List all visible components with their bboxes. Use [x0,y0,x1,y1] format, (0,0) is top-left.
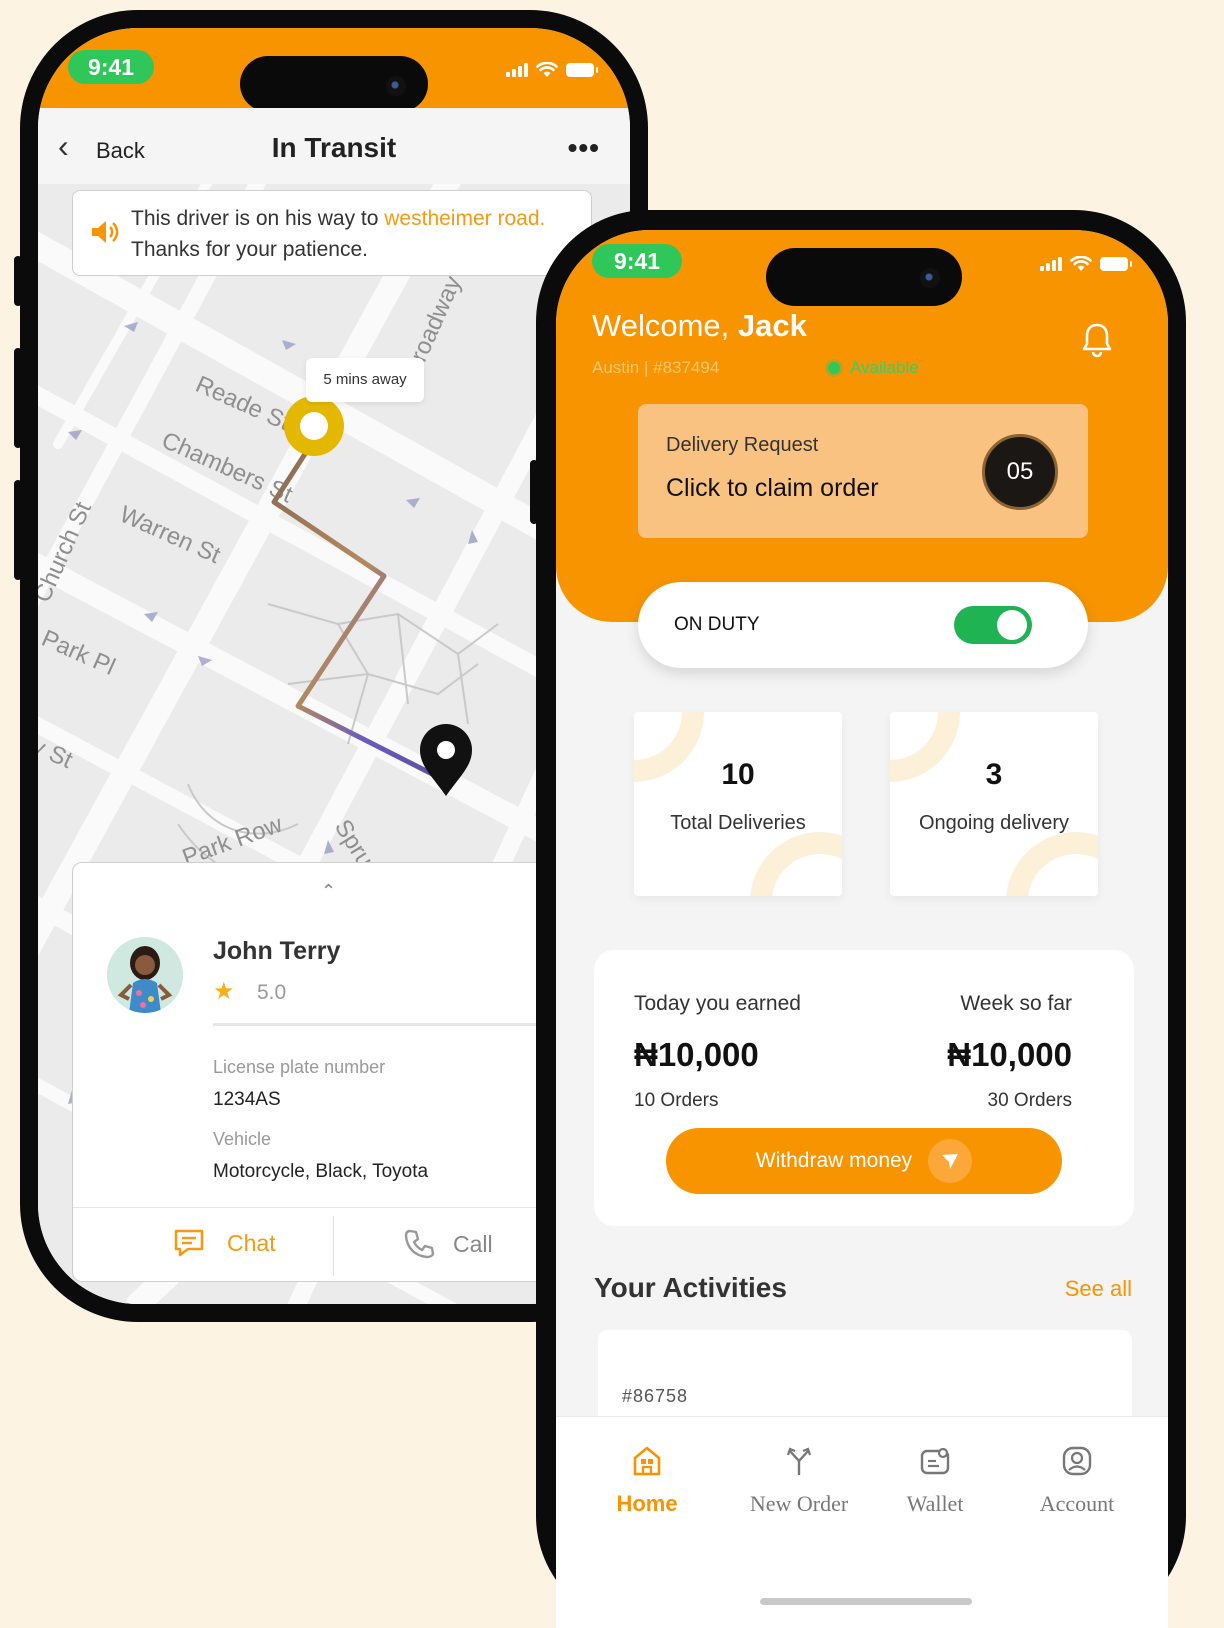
top-nav: ‹ Back In Transit ••• [38,108,630,184]
signal-icon [506,63,528,77]
banner-text: This driver is on his way to westheimer … [131,207,546,261]
status-time: 9:41 [68,50,154,84]
see-all-link[interactable]: See all [1065,1276,1132,1302]
toggle-knob [997,610,1027,640]
tab-wallet[interactable]: Wallet [860,1445,1010,1517]
tab-label: Home [616,1491,678,1516]
stat-label: Ongoing delivery [918,812,1070,834]
status-icons [1040,256,1132,272]
chat-icon [174,1229,204,1257]
driver-photo [107,937,183,1013]
chat-button[interactable]: Chat [173,1228,276,1258]
camera-icon [920,268,940,288]
destination-link[interactable]: westheimer road. [384,207,545,230]
dynamic-island [240,56,428,112]
tab-account[interactable]: Account [1002,1445,1152,1517]
route-split-icon [786,1447,812,1475]
availability-status: Available [828,358,919,378]
today-label: Today you earned [634,992,801,1015]
stat-card-total-deliveries: 10 Total Deliveries [634,712,842,896]
divider [333,1216,334,1276]
status-time: 9:41 [592,244,682,278]
wifi-icon [1070,256,1092,271]
stat-value: 3 [985,758,1003,791]
call-button[interactable]: Call [403,1228,493,1260]
speaker-icon [92,221,119,243]
wallet-icon [920,1447,950,1475]
request-title: Delivery Request [666,434,819,456]
driver-rating: 5.0 [257,981,287,1004]
plate-value: 1234AS [213,1089,281,1110]
dashboard-header: 9:41 Welcome, Jack Austin | #837494 Avai… [556,230,1168,622]
decor-ring [750,832,842,896]
week-orders: 30 Orders [987,1090,1072,1111]
transit-banner: This driver is on his way to westheimer … [72,190,592,276]
send-icon [928,1139,973,1183]
avatar [107,937,183,1013]
star-icon: ★ [213,978,235,1005]
status-icons [506,62,598,78]
chat-label: Chat [227,1229,276,1256]
duty-card: ON DUTY [638,582,1088,668]
delivery-request-card[interactable]: Delivery Request Click to claim order 05 [638,404,1088,538]
tab-label: New Order [749,1491,849,1516]
mute-switch [14,256,22,306]
home-indicator[interactable] [760,1598,972,1605]
account-icon [1062,1446,1092,1476]
withdraw-button[interactable]: Withdraw money [666,1128,1062,1194]
tab-label: Account [1039,1491,1115,1516]
home-icon [633,1446,661,1476]
driver-name: John Terry [213,937,341,965]
driver-location-marker [284,396,344,456]
battery-icon [566,63,598,77]
stat-value: 10 [721,758,755,791]
vehicle-value: Motorcycle, Black, Toyota [213,1161,429,1182]
camera-icon [386,76,406,96]
dynamic-island [766,248,962,306]
today-orders: 10 Orders [634,1090,719,1111]
volume-down-button [14,480,22,580]
location-id: Austin | #837494 [592,358,720,377]
withdraw-label: Withdraw money [755,1149,913,1172]
duty-label: ON DUTY [674,614,760,635]
battery-icon [1100,257,1132,271]
mute-switch [530,460,538,524]
activity-id: #86758 [622,1386,689,1406]
user-name: Jack [737,308,807,343]
claim-order-link[interactable]: Click to claim order [666,474,879,503]
phone-icon [404,1229,435,1259]
call-label: Call [453,1230,493,1257]
activities-title: Your Activities [594,1272,787,1303]
chevron-up-icon[interactable]: ⌃ [321,881,336,902]
wifi-icon [536,62,558,77]
more-options-icon[interactable]: ••• [568,134,600,162]
page-title: In Transit [271,132,397,163]
status-dot-icon [828,362,840,374]
duty-toggle[interactable] [954,606,1032,644]
eta-badge: 5 mins away [306,358,424,402]
tab-label: Wallet [906,1491,964,1516]
bottom-tab-bar: Home New Order Wallet Account [556,1416,1168,1628]
stat-card-ongoing-delivery: 3 Ongoing delivery [890,712,1098,896]
tab-home[interactable]: Home [572,1445,722,1517]
plate-label: License plate number [213,1057,386,1077]
bell-icon[interactable] [1082,322,1112,358]
signal-icon [1040,257,1062,271]
request-count-badge: 05 [982,434,1058,510]
tab-new-order[interactable]: New Order [724,1445,874,1517]
welcome-heading: Welcome, Jack [592,308,807,343]
earnings-card: Today you earned Week so far ₦10,000 ₦10… [594,950,1134,1226]
decor-ring [1006,832,1098,896]
dashboard-phone: 9:41 Welcome, Jack Austin | #837494 Avai… [530,210,1186,1628]
volume-up-button [14,348,22,448]
stat-label: Total Deliveries [670,812,806,834]
vehicle-label: Vehicle [213,1129,272,1149]
week-amount: ₦10,000 [947,1036,1072,1073]
week-label: Week so far [960,992,1072,1015]
dashboard-screen: 9:41 Welcome, Jack Austin | #837494 Avai… [556,230,1168,1628]
today-amount: ₦10,000 [634,1036,759,1073]
